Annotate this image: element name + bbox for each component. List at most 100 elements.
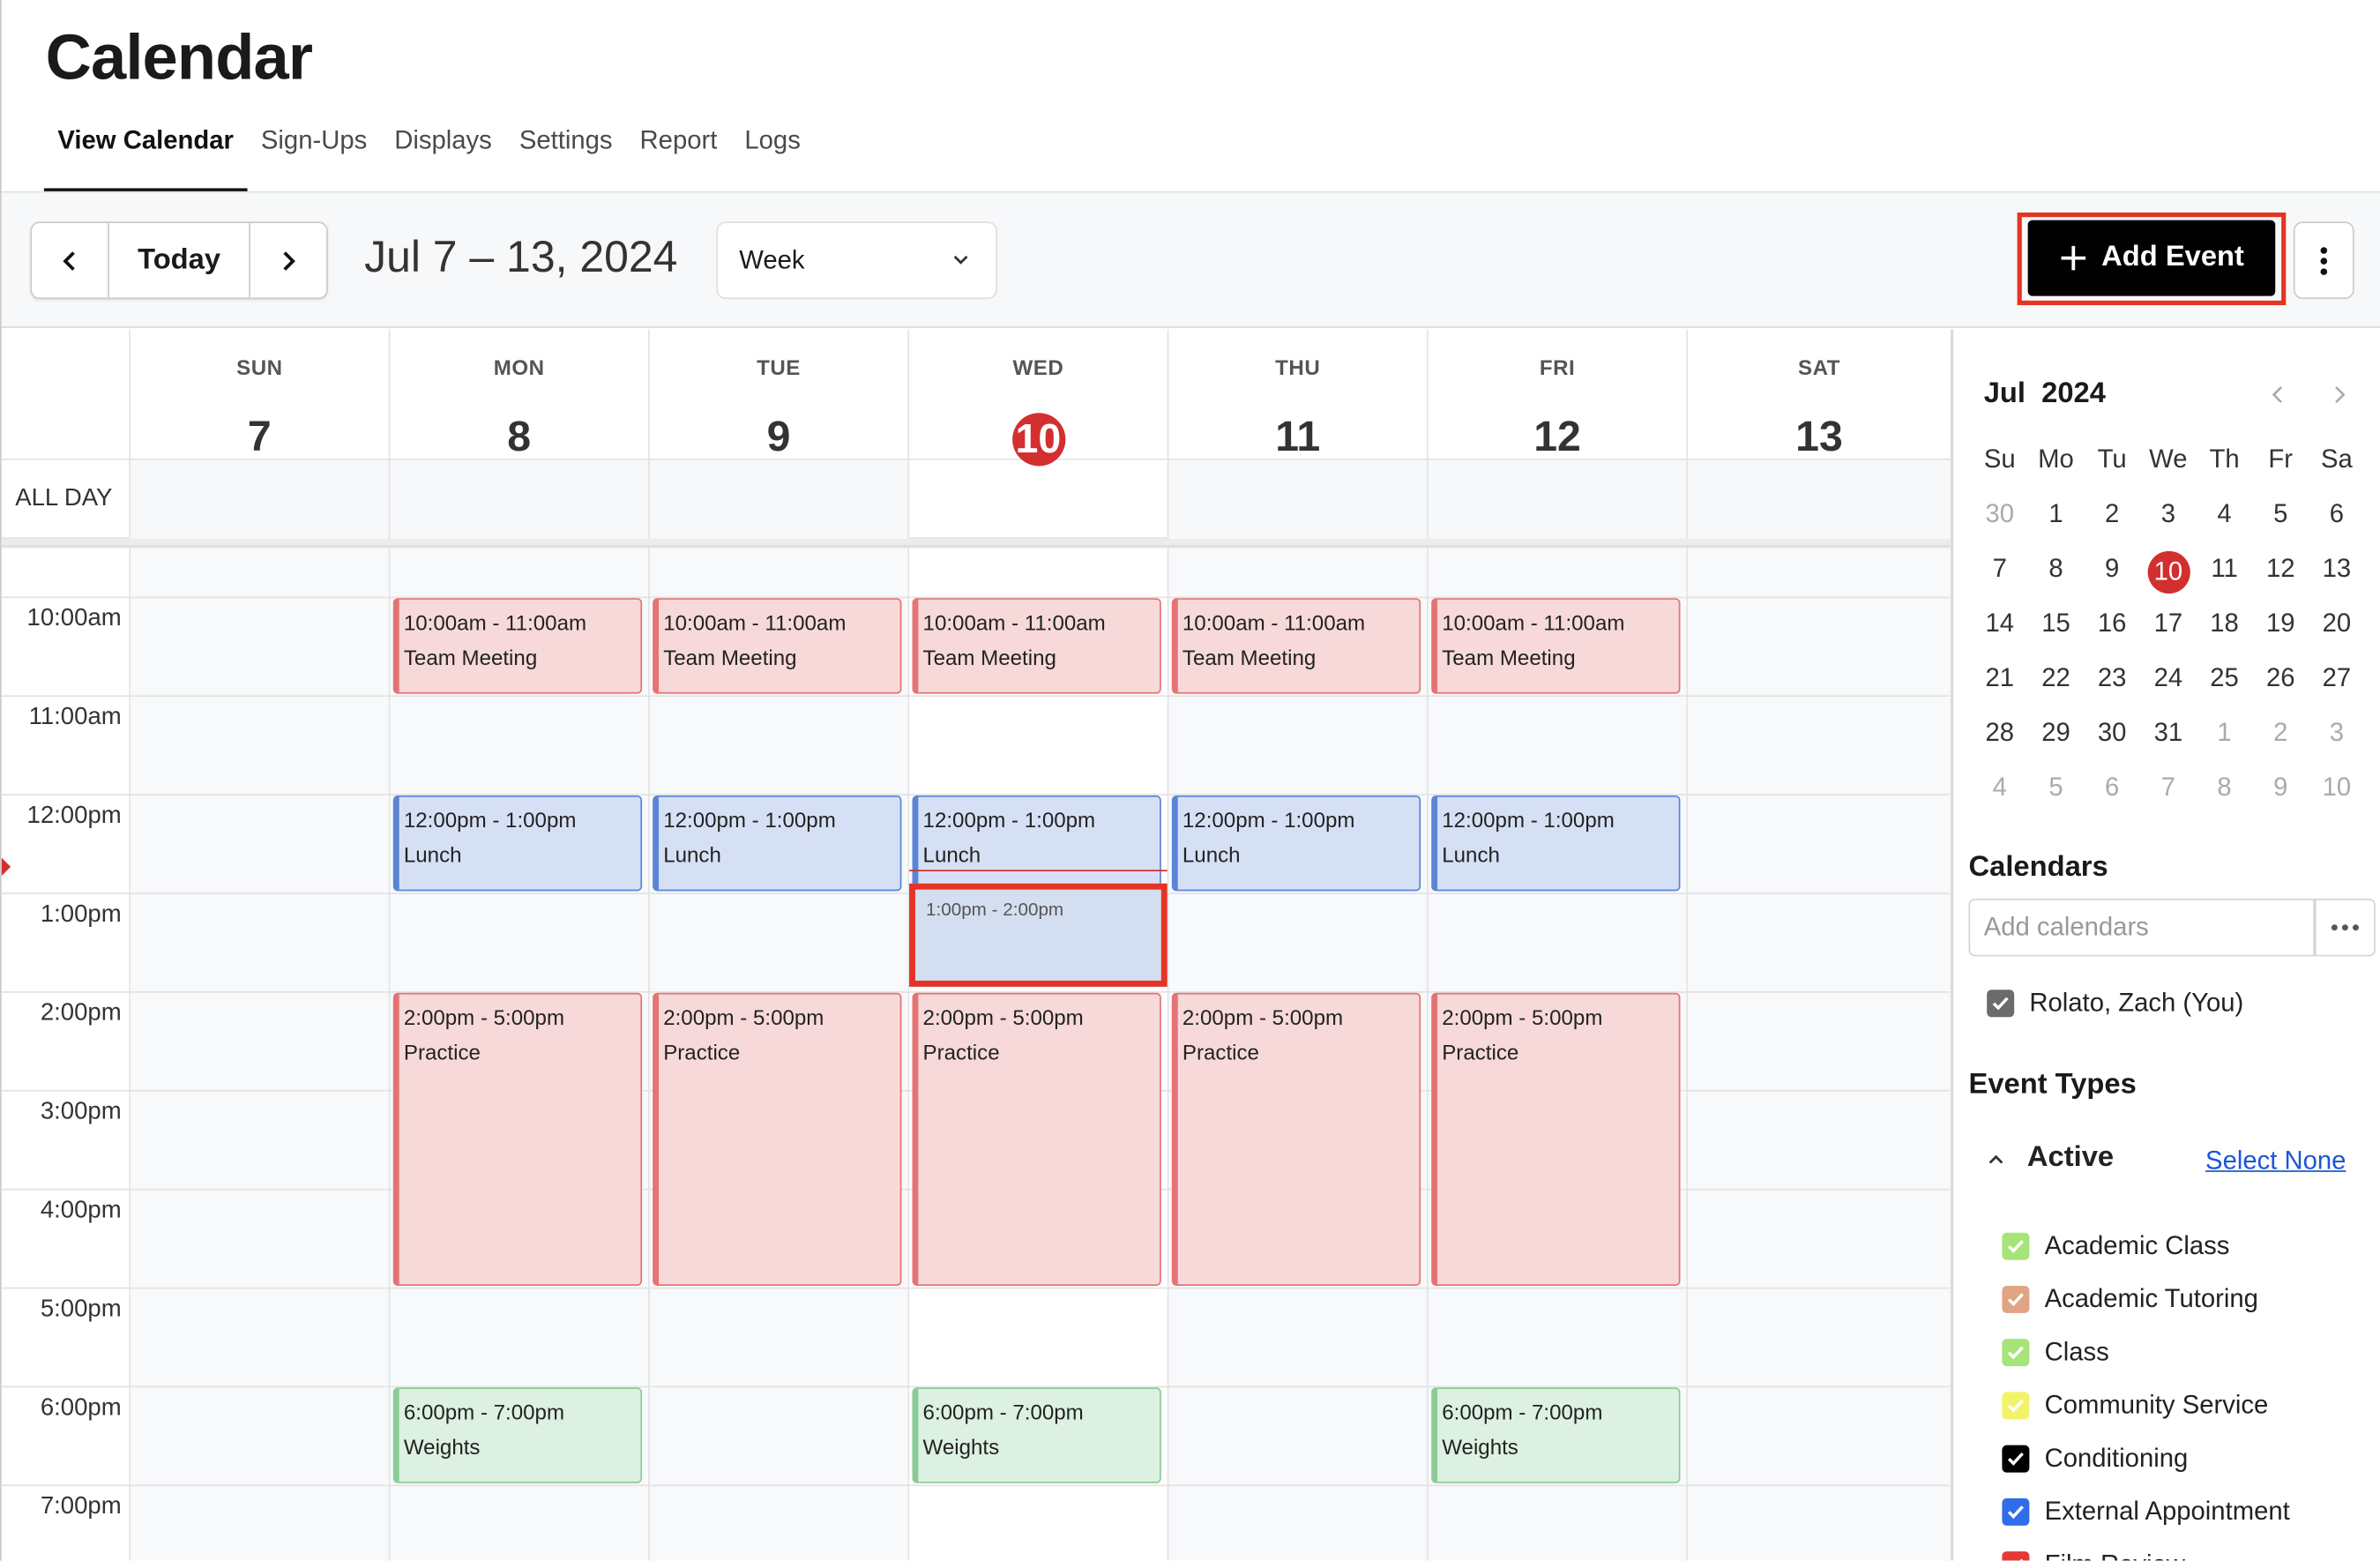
mini-calendar-day[interactable]: 8 <box>2028 551 2085 587</box>
mini-calendar-day[interactable]: 7 <box>2140 770 2197 806</box>
day-date[interactable]: 7 <box>248 413 272 461</box>
day-date[interactable]: 11 <box>1275 413 1320 461</box>
add-event-button[interactable]: Add Event <box>2027 220 2276 296</box>
mini-calendar-day[interactable]: 2 <box>2252 715 2309 751</box>
mini-calendar-day[interactable]: 1 <box>2028 497 2085 533</box>
day-date[interactable]: 12 <box>1533 413 1581 461</box>
mini-calendar-day[interactable]: 6 <box>2309 497 2365 533</box>
new-event-slot[interactable]: 1:00pm - 2:00pm <box>909 883 1168 987</box>
all-day-cell[interactable] <box>1427 459 1687 540</box>
event-practice[interactable]: 2:00pm - 5:00pm Practice <box>1171 991 1421 1286</box>
event-practice[interactable]: 2:00pm - 5:00pm Practice <box>912 991 1161 1286</box>
mini-calendar-day[interactable]: 8 <box>2197 770 2253 806</box>
event-team-meeting[interactable]: 10:00am - 11:00am Team Meeting <box>653 597 902 693</box>
event-team-meeting[interactable]: 10:00am - 11:00am Team Meeting <box>1431 597 1681 693</box>
mini-calendar-day[interactable]: 11 <box>2197 551 2253 587</box>
mini-calendar-day[interactable]: 13 <box>2309 551 2365 587</box>
select-none-link[interactable]: Select None <box>2205 1146 2346 1176</box>
mini-calendar-day[interactable]: 19 <box>2252 606 2309 642</box>
event-team-meeting[interactable]: 10:00am - 11:00am Team Meeting <box>1171 597 1421 693</box>
more-options-button[interactable] <box>2293 221 2354 300</box>
tab-sign-ups[interactable]: Sign-Ups <box>247 122 380 191</box>
mini-calendar-day[interactable]: 16 <box>2084 606 2140 642</box>
event-type-checkbox[interactable] <box>2002 1285 2030 1313</box>
all-day-cell[interactable] <box>907 459 1167 540</box>
event-weights[interactable]: 6:00pm - 7:00pm Weights <box>912 1386 1161 1483</box>
mini-calendar-day[interactable]: 27 <box>2309 661 2365 697</box>
active-section-toggle[interactable]: Active <box>1987 1141 2114 1175</box>
mini-calendar-day[interactable]: 28 <box>1972 715 2028 751</box>
today-button[interactable]: Today <box>109 223 251 298</box>
event-type-checkbox[interactable] <box>2002 1339 2030 1367</box>
mini-calendar-day[interactable]: 10 <box>2309 770 2365 806</box>
all-day-cell[interactable] <box>1167 459 1428 540</box>
event-type-checkbox[interactable] <box>2002 1498 2030 1526</box>
mini-calendar-day[interactable]: 4 <box>1972 770 2028 806</box>
view-select[interactable]: Week <box>716 221 997 300</box>
event-practice[interactable]: 2:00pm - 5:00pm Practice <box>392 991 643 1286</box>
event-team-meeting[interactable]: 10:00am - 11:00am Team Meeting <box>912 597 1161 693</box>
event-lunch[interactable]: 12:00pm - 1:00pm Lunch <box>392 795 643 891</box>
event-weights[interactable]: 6:00pm - 7:00pm Weights <box>1431 1386 1681 1483</box>
mini-calendar-day[interactable]: 31 <box>2140 715 2197 751</box>
event-practice[interactable]: 2:00pm - 5:00pm Practice <box>1431 991 1681 1286</box>
event-weights[interactable]: 6:00pm - 7:00pm Weights <box>392 1386 643 1483</box>
calendars-more-button[interactable] <box>2314 899 2376 957</box>
mini-calendar-day[interactable]: 29 <box>2028 715 2085 751</box>
mini-calendar-day[interactable]: 5 <box>2028 770 2085 806</box>
mini-calendar-day[interactable]: 17 <box>2140 606 2197 642</box>
mini-calendar-day[interactable]: 30 <box>2084 715 2140 751</box>
event-type-checkbox[interactable] <box>2002 1232 2030 1260</box>
event-type-checkbox[interactable] <box>2002 1392 2030 1420</box>
mini-calendar-day[interactable]: 5 <box>2252 497 2309 533</box>
all-day-cell[interactable] <box>647 459 908 540</box>
day-column[interactable] <box>129 546 389 1561</box>
all-day-cell[interactable] <box>129 459 389 540</box>
event-lunch[interactable]: 12:00pm - 1:00pm Lunch <box>1171 795 1421 891</box>
mini-calendar-day[interactable]: 25 <box>2197 661 2253 697</box>
add-calendars-input[interactable] <box>1968 899 2315 957</box>
mini-calendar-day[interactable]: 22 <box>2028 661 2085 697</box>
mini-calendar-selected-day[interactable]: 10 <box>2140 550 2197 594</box>
event-type-checkbox[interactable] <box>2002 1445 2030 1473</box>
event-practice[interactable]: 2:00pm - 5:00pm Practice <box>653 991 902 1286</box>
event-team-meeting[interactable]: 10:00am - 11:00am Team Meeting <box>392 597 643 693</box>
mini-calendar-day[interactable]: 9 <box>2252 770 2309 806</box>
mini-calendar-day[interactable]: 15 <box>2028 606 2085 642</box>
day-column[interactable] <box>1686 546 1951 1561</box>
mini-calendar-day[interactable]: 30 <box>1972 497 2028 533</box>
day-date[interactable]: 9 <box>767 413 791 461</box>
mini-calendar-day[interactable]: 6 <box>2084 770 2140 806</box>
mini-calendar-day[interactable]: 20 <box>2309 606 2365 642</box>
all-day-cell[interactable] <box>388 459 648 540</box>
tab-logs[interactable]: Logs <box>731 122 814 191</box>
mini-calendar-day[interactable]: 3 <box>2140 497 2197 533</box>
day-date[interactable]: 13 <box>1795 413 1843 461</box>
mini-calendar-day[interactable]: 2 <box>2084 497 2140 533</box>
mini-calendar-day[interactable]: 23 <box>2084 661 2140 697</box>
mini-calendar-day[interactable]: 26 <box>2252 661 2309 697</box>
mini-calendar-day[interactable]: 7 <box>1972 551 2028 587</box>
event-lunch[interactable]: 12:00pm - 1:00pm Lunch <box>1431 795 1681 891</box>
tab-report[interactable]: Report <box>626 122 731 191</box>
mini-calendar-day[interactable]: 9 <box>2084 551 2140 587</box>
mini-calendar-day[interactable]: 18 <box>2197 606 2253 642</box>
mini-calendar-day[interactable]: 12 <box>2252 551 2309 587</box>
mini-calendar-day[interactable]: 3 <box>2309 715 2365 751</box>
today-date-badge[interactable]: 10 <box>1011 413 1065 467</box>
mini-calendar-day[interactable]: 14 <box>1972 606 2028 642</box>
mini-calendar-day[interactable]: 1 <box>2197 715 2253 751</box>
all-day-cell[interactable] <box>1686 459 1951 540</box>
event-type-checkbox[interactable] <box>2002 1551 2030 1561</box>
mini-calendar-day[interactable]: 21 <box>1972 661 2028 697</box>
tab-displays[interactable]: Displays <box>381 122 506 191</box>
day-date[interactable]: 8 <box>507 413 531 461</box>
mini-calendar-day[interactable]: 4 <box>2197 497 2253 533</box>
calendar-checkbox[interactable] <box>1987 990 2015 1018</box>
event-lunch[interactable]: 12:00pm - 1:00pm Lunch <box>912 795 1161 891</box>
next-week-button[interactable] <box>250 223 326 297</box>
tab-view-calendar[interactable]: View Calendar <box>43 122 248 191</box>
mini-calendar-day[interactable]: 24 <box>2140 661 2197 697</box>
previous-week-button[interactable] <box>32 223 109 298</box>
mini-calendar-prev-button[interactable] <box>2269 384 2287 413</box>
